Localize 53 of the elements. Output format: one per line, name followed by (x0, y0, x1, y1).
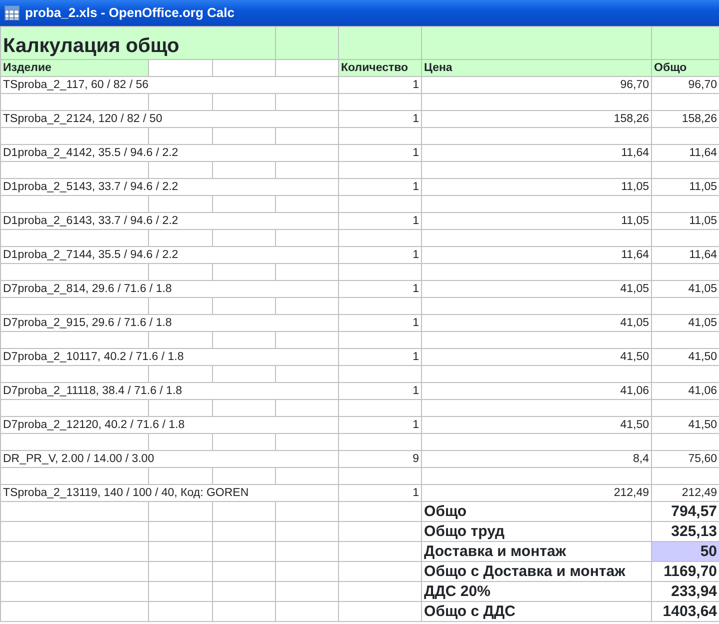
price-cell: 41,50 (422, 416, 652, 434)
item-name-cell: TSproba_2_2124, 120 / 82 / 50 (0, 110, 339, 128)
quantity-cell: 1 (338, 382, 422, 400)
price-cell: 41,06 (422, 382, 652, 400)
price-cell: 41,05 (422, 314, 652, 332)
summary-label: Общо с ДДС (422, 602, 652, 622)
summary-value: 50 (652, 542, 719, 562)
quantity-cell: 1 (338, 314, 422, 332)
item-name-cell: D7proba_2_12120, 40.2 / 71.6 / 1.8 (0, 416, 339, 434)
price-cell: 41,05 (422, 280, 652, 298)
item-name-cell: D1proba_2_6143, 33.7 / 94.6 / 2.2 (0, 212, 339, 230)
column-header: Цена (422, 60, 652, 76)
item-name-cell: D7proba_2_915, 29.6 / 71.6 / 1.8 (0, 314, 339, 332)
price-cell: 11,64 (422, 144, 652, 162)
quantity-cell: 1 (338, 110, 422, 128)
quantity-cell: 1 (338, 484, 422, 502)
summary-label: Общо труд (422, 522, 652, 542)
quantity-cell: 1 (338, 416, 422, 434)
item-name-cell: TSproba_2_13119, 140 / 100 / 40, Код: GOREN (0, 484, 339, 502)
item-name-cell: TSproba_2_117, 60 / 82 / 56 (0, 76, 339, 94)
item-name-cell: D1proba_2_4142, 35.5 / 94.6 / 2.2 (0, 144, 339, 162)
summary-label: ДДС 20% (422, 582, 652, 602)
item-name-cell: D7proba_2_11118, 38.4 / 71.6 / 1.8 (0, 382, 339, 400)
item-name-cell: D1proba_2_7144, 35.5 / 94.6 / 2.2 (0, 246, 339, 264)
item-name-cell: D1proba_2_5143, 33.7 / 94.6 / 2.2 (0, 178, 339, 196)
item-name-cell: DR_PR_V, 2.00 / 14.00 / 3.00 (0, 450, 339, 468)
price-cell: 11,64 (422, 246, 652, 264)
price-cell: 8,4 (422, 450, 652, 468)
quantity-cell: 1 (338, 212, 422, 230)
quantity-cell: 1 (338, 280, 422, 298)
price-cell: 96,70 (422, 76, 652, 94)
sheet-title: Калкулация общо (0, 26, 276, 60)
price-cell: 41,50 (422, 348, 652, 366)
summary-label: Общо (422, 502, 652, 522)
window-title: proba_2.xls - OpenOffice.org Calc (25, 4, 234, 22)
price-cell: 158,26 (422, 110, 652, 128)
quantity-cell: 1 (338, 76, 422, 94)
price-cell: 212,49 (422, 484, 652, 502)
quantity-cell: 9 (338, 450, 422, 468)
summary-label: Общо с Доставка и монтаж (422, 562, 652, 582)
item-name-cell: D7proba_2_10117, 40.2 / 71.6 / 1.8 (0, 348, 339, 366)
quantity-cell: 1 (338, 348, 422, 366)
column-header: Общо (652, 60, 719, 76)
price-cell: 11,05 (422, 178, 652, 196)
spreadsheet-icon (4, 5, 20, 21)
quantity-cell: 1 (338, 144, 422, 162)
column-header: Изделие (0, 60, 148, 76)
item-name-cell: D7proba_2_814, 29.6 / 71.6 / 1.8 (0, 280, 339, 298)
price-cell: 11,05 (422, 212, 652, 230)
quantity-cell: 1 (338, 246, 422, 264)
summary-label: Доставка и монтаж (422, 542, 652, 562)
column-header: Количество (338, 60, 422, 76)
quantity-cell: 1 (338, 178, 422, 196)
